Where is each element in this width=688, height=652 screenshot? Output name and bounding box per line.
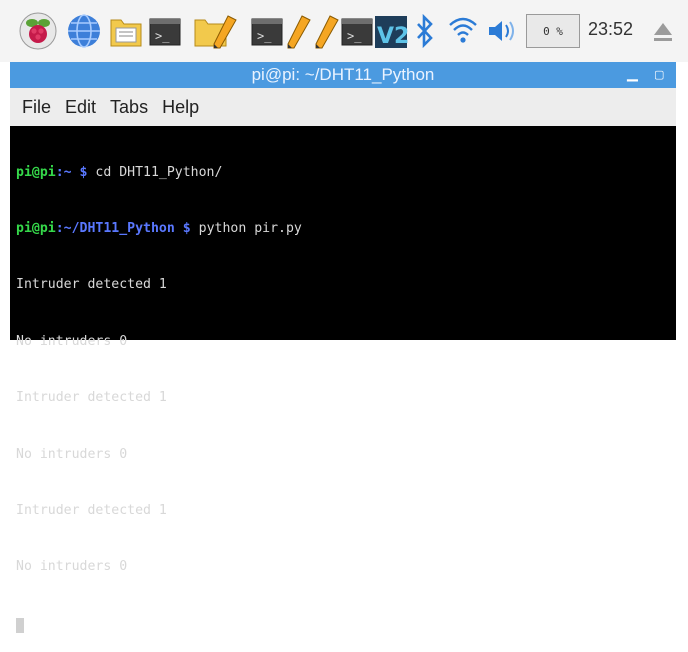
svg-text:>_: >_ [347, 29, 362, 43]
text-cursor [16, 617, 24, 633]
terminal-output[interactable]: pi@pi:~ $ cd DHT11_Python/ pi@pi:~/DHT11… [10, 126, 676, 633]
menu-tabs[interactable]: Tabs [108, 97, 150, 118]
window-titlebar[interactable]: pi@pi: ~/DHT11_Python ▁ ▢ [10, 62, 676, 88]
svg-text:>_: >_ [257, 29, 272, 43]
maximize-button[interactable]: ▢ [654, 68, 664, 81]
menu-edit[interactable]: Edit [63, 97, 98, 118]
bluetooth-icon[interactable] [414, 10, 436, 52]
raspberry-menu-icon[interactable] [18, 10, 58, 52]
clock[interactable]: 23:52 [588, 19, 633, 40]
command-text: python pir.py [190, 220, 302, 236]
terminal-icon[interactable]: >_ [148, 10, 182, 52]
output-line: No intruders 0 [16, 333, 128, 349]
menu-file[interactable]: File [20, 97, 53, 118]
minimize-button[interactable]: ▁ [627, 65, 638, 82]
output-line: Intruder detected 1 [16, 502, 167, 518]
window-title: pi@pi: ~/DHT11_Python [251, 65, 435, 84]
terminal-line: pi@pi:~/DHT11_Python $ python pir.py [16, 220, 676, 239]
terminal-line: pi@pi:~ $ cd DHT11_Python/ [16, 164, 676, 183]
prompt-path: :~ $ [55, 164, 88, 180]
cursor-line [16, 615, 676, 634]
file-manager-icon[interactable] [108, 10, 144, 52]
wifi-icon[interactable] [448, 10, 478, 52]
output-line: No intruders 0 [16, 559, 128, 575]
cpu-usage-monitor[interactable]: 0 % [526, 14, 580, 48]
terminal-icon-3[interactable]: >_ [340, 10, 374, 52]
cpu-usage-text: 0 % [543, 24, 563, 38]
output-line: No intruders 0 [16, 446, 128, 462]
prompt-user: pi@pi [16, 220, 56, 236]
svg-text:V2: V2 [377, 24, 408, 49]
menu-help[interactable]: Help [160, 97, 201, 118]
text-editor-icon-3[interactable] [314, 10, 340, 52]
svg-text:>_: >_ [155, 29, 170, 43]
text-editor-icon[interactable] [192, 10, 250, 52]
prompt-user: pi@pi [16, 164, 56, 180]
command-text: cd DHT11_Python/ [87, 164, 223, 180]
menu-bar: File Edit Tabs Help [10, 88, 676, 126]
eject-icon[interactable] [652, 20, 674, 44]
volume-icon[interactable] [486, 10, 518, 52]
vnc-icon[interactable]: V2 [374, 10, 408, 52]
web-browser-icon[interactable] [64, 10, 104, 52]
taskbar-panel: >_ >_ >_ V2 0 % 23:52 [0, 0, 688, 62]
text-editor-icon-2[interactable] [286, 10, 312, 52]
output-line: Intruder detected 1 [16, 390, 167, 406]
output-line: Intruder detected 1 [16, 277, 167, 293]
terminal-icon-2[interactable]: >_ [250, 10, 284, 52]
prompt-path: :~/DHT11_Python $ [55, 220, 191, 236]
